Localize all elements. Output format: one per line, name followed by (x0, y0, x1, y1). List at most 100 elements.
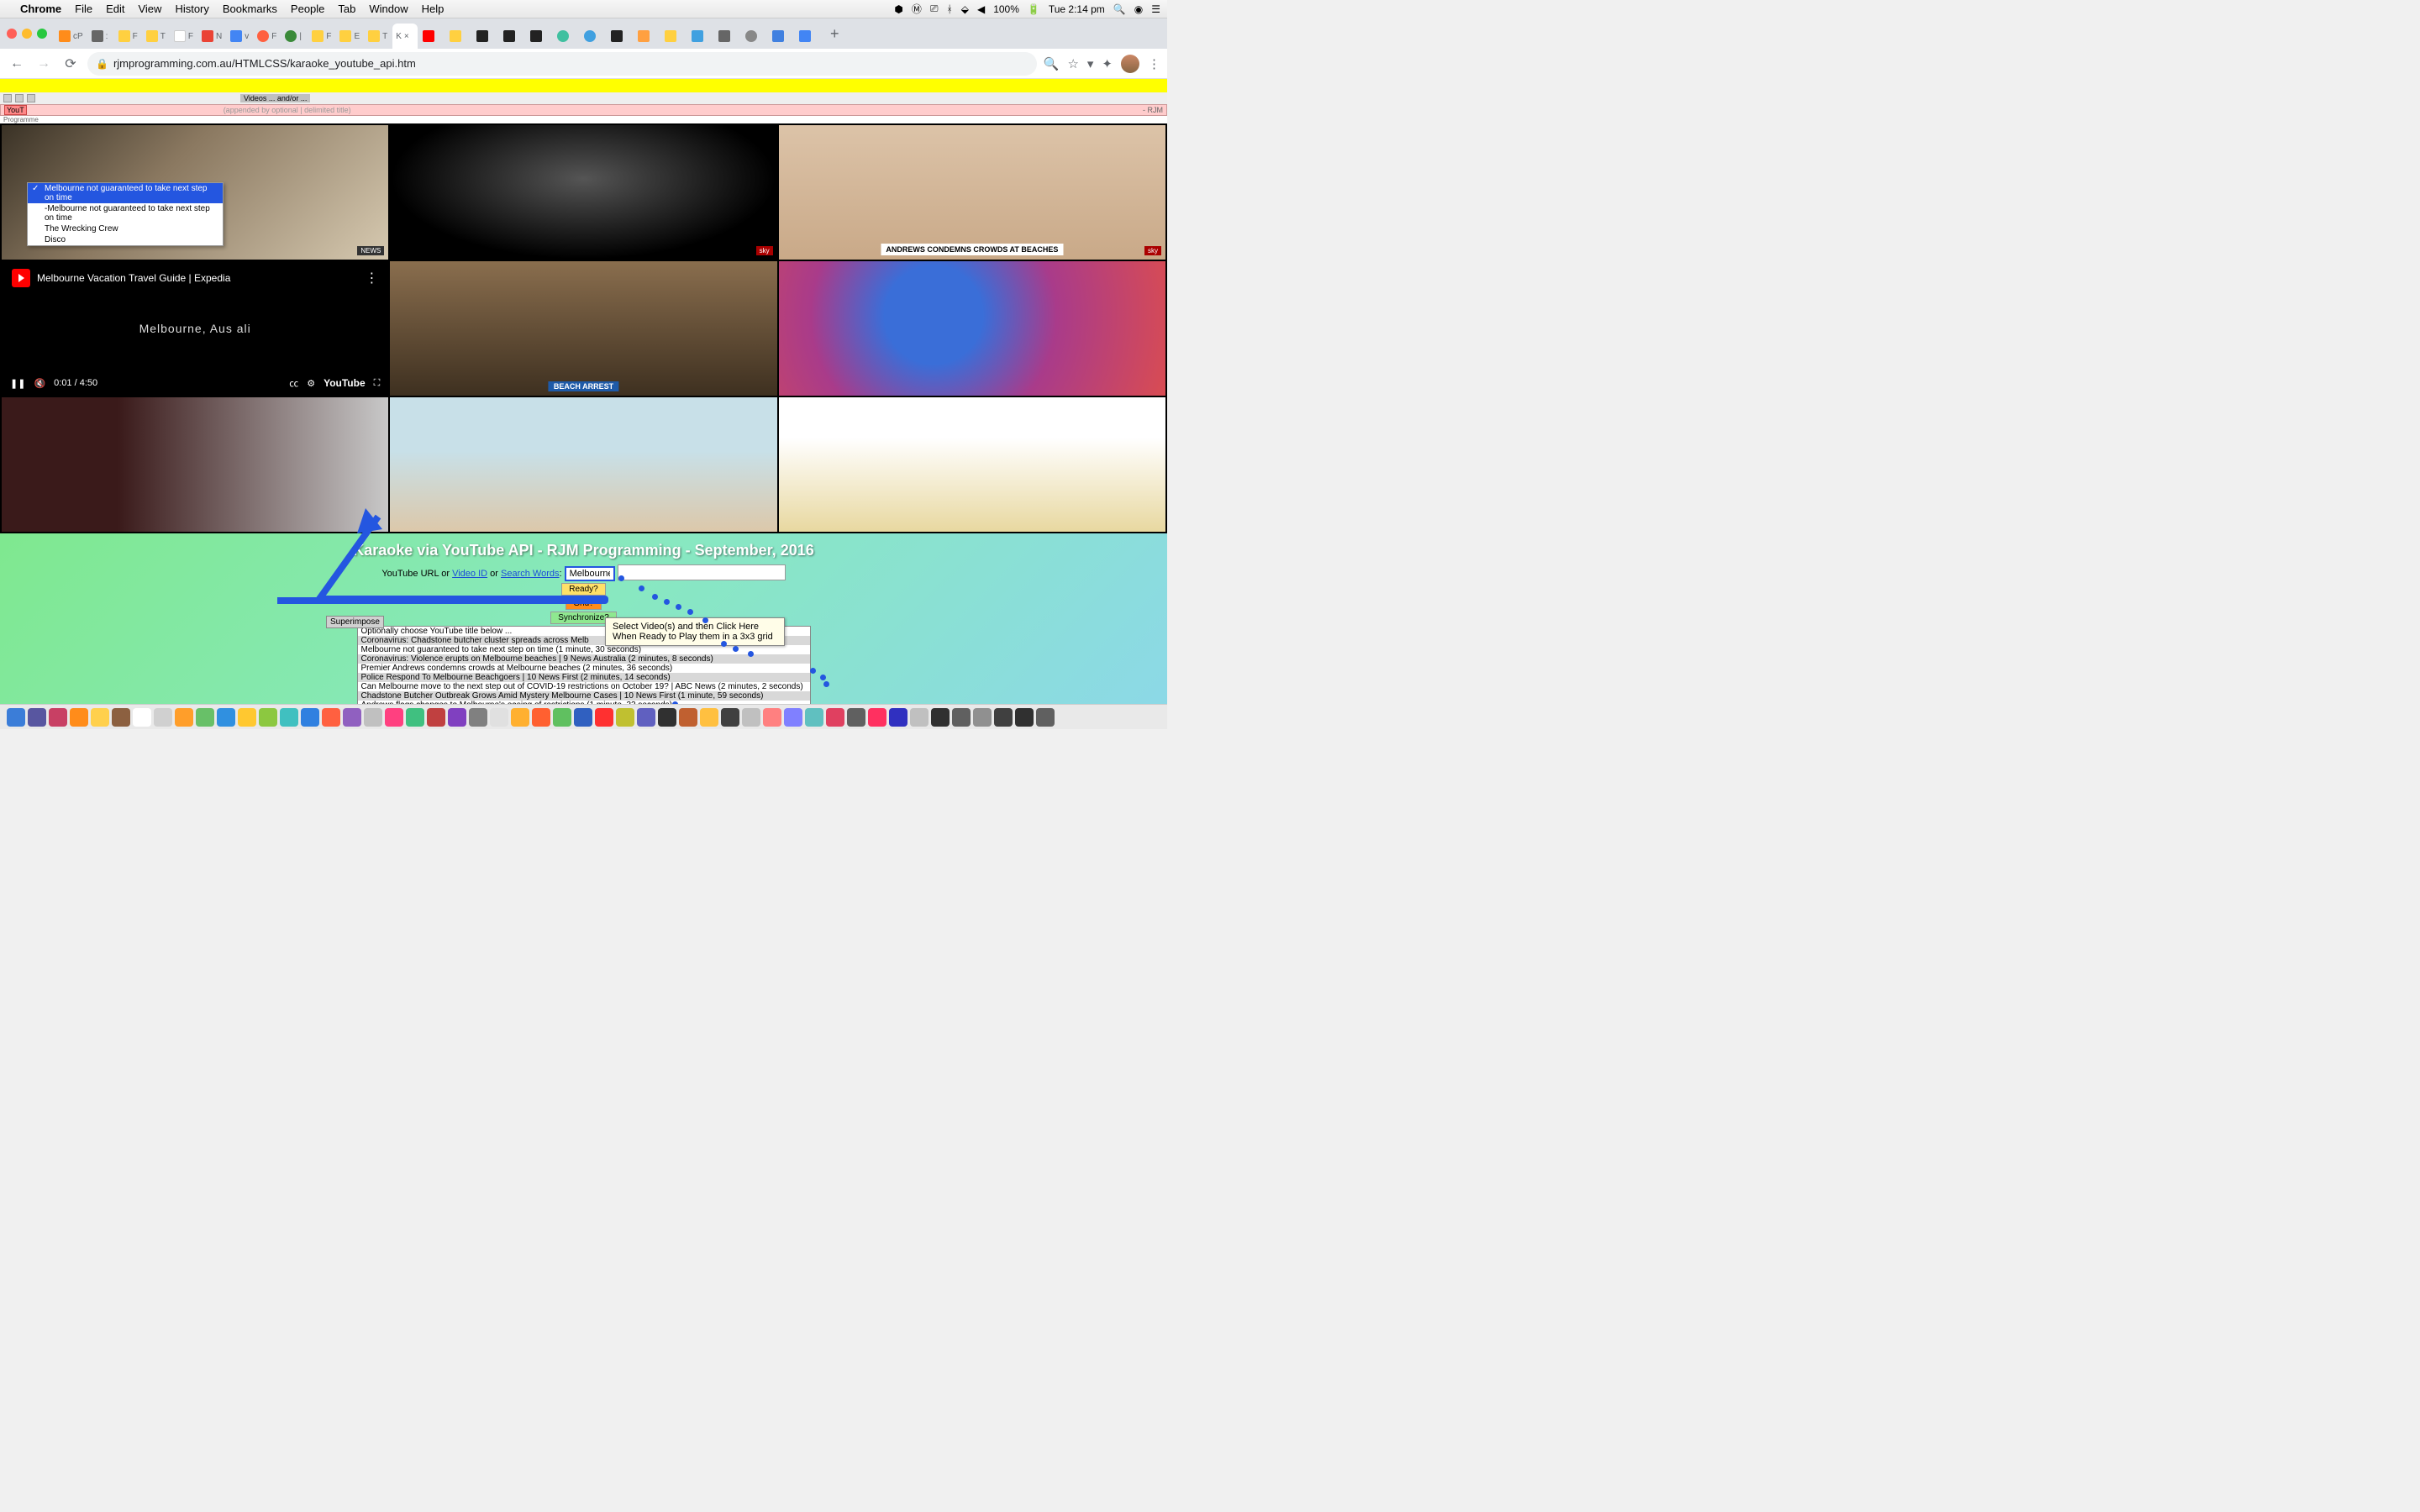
dock-app-icon[interactable] (91, 708, 109, 727)
menu-history[interactable]: History (175, 3, 208, 15)
small-button[interactable] (27, 94, 35, 102)
menu-tab[interactable]: Tab (338, 3, 355, 15)
list-item[interactable]: Can Melbourne move to the next step out … (358, 682, 810, 691)
url-input[interactable]: 🔒 rjmprogramming.com.au/HTMLCSS/karaoke_… (87, 52, 1037, 76)
chrome-menu-icon[interactable]: ⋮ (1148, 56, 1160, 71)
app-name[interactable]: Chrome (20, 3, 61, 15)
dock-app-icon[interactable] (784, 708, 802, 727)
battery-status[interactable]: 100% (993, 3, 1019, 15)
dock-app-icon[interactable] (910, 708, 929, 727)
dock-app-icon[interactable] (721, 708, 739, 727)
dock-app-icon[interactable] (994, 708, 1013, 727)
maximize-window-button[interactable] (37, 29, 47, 39)
browser-tab[interactable]: F (171, 24, 197, 49)
browser-tab[interactable]: | (281, 24, 307, 49)
video-cell[interactable]: sky (390, 125, 776, 260)
small-button[interactable] (3, 94, 12, 102)
dock-app-icon[interactable] (973, 708, 992, 727)
browser-tab[interactable] (500, 24, 525, 49)
video-cell[interactable] (779, 397, 1165, 532)
browser-tab[interactable]: F (254, 24, 280, 49)
volume-icon[interactable]: ◀ (977, 3, 985, 15)
dock-app-icon[interactable] (700, 708, 718, 727)
browser-tab[interactable]: T (143, 24, 169, 49)
dock-app-icon[interactable] (175, 708, 193, 727)
menu-help[interactable]: Help (422, 3, 445, 15)
dock-app-icon[interactable] (805, 708, 823, 727)
dock-app-icon[interactable] (826, 708, 844, 727)
dock-app-icon[interactable] (427, 708, 445, 727)
extra-input[interactable] (618, 564, 786, 580)
browser-tab[interactable] (634, 24, 660, 49)
small-button[interactable] (15, 94, 24, 102)
browser-tab-active[interactable]: K× (392, 24, 418, 49)
searchwords-link[interactable]: Search Words (501, 569, 560, 579)
search-icon[interactable]: 🔍 (1044, 56, 1060, 71)
list-item[interactable]: Police Respond To Melbourne Beachgoers |… (358, 673, 810, 682)
extension-icon[interactable]: ▾ (1087, 56, 1094, 71)
captions-icon[interactable]: ㏄ (289, 376, 298, 390)
dock-app-icon[interactable] (868, 708, 886, 727)
mute-icon[interactable]: 🔇 (34, 378, 45, 389)
dock-app-icon[interactable] (889, 708, 908, 727)
browser-tab[interactable] (473, 24, 498, 49)
dock-app-icon[interactable] (637, 708, 655, 727)
dock-app-icon[interactable] (112, 708, 130, 727)
dock-app-icon[interactable] (553, 708, 571, 727)
dock-app-icon[interactable] (70, 708, 88, 727)
browser-tab[interactable]: E (336, 24, 363, 49)
title-dropdown[interactable]: Melbourne not guaranteed to take next st… (27, 182, 224, 246)
search-input[interactable] (565, 566, 615, 581)
dock-app-icon[interactable] (595, 708, 613, 727)
browser-tab[interactable]: v (227, 24, 252, 49)
menu-edit[interactable]: Edit (106, 3, 124, 15)
close-tab-icon[interactable]: × (404, 32, 409, 41)
dock-app-icon[interactable] (490, 708, 508, 727)
menu-people[interactable]: People (291, 3, 324, 15)
profile-avatar[interactable] (1121, 55, 1139, 73)
dock-app-icon[interactable] (301, 708, 319, 727)
browser-tab[interactable]: : (88, 24, 113, 49)
video-cell[interactable]: ANDREWS CONDEMNS CROWDS AT BEACHESsky (779, 125, 1165, 260)
settings-gear-icon[interactable]: ⚙ (307, 378, 315, 389)
clock[interactable]: Tue 2:14 pm (1049, 3, 1105, 15)
browser-tab[interactable] (796, 24, 821, 49)
video-cell[interactable]: BEACH ARREST (390, 261, 776, 396)
browser-tab[interactable] (554, 24, 579, 49)
dock-app-icon[interactable] (196, 708, 214, 727)
browser-tab[interactable] (715, 24, 740, 49)
videoid-link[interactable]: Video ID (452, 569, 487, 579)
dock-app-icon[interactable] (532, 708, 550, 727)
forward-button[interactable]: → (34, 54, 54, 74)
grid-button[interactable]: Grid? (566, 597, 601, 610)
dropdown-option[interactable]: Melbourne not guaranteed to take next st… (28, 183, 223, 203)
fullscreen-icon[interactable]: ⛶ (374, 378, 381, 389)
bluetooth-icon[interactable]: ᚼ (947, 3, 953, 15)
minimize-window-button[interactable] (22, 29, 32, 39)
dock-app-icon[interactable] (7, 708, 25, 727)
dock-app-icon[interactable] (385, 708, 403, 727)
browser-tab[interactable] (661, 24, 687, 49)
dock-app-icon[interactable] (238, 708, 256, 727)
dock-app-icon[interactable] (679, 708, 697, 727)
dock-app-icon[interactable] (658, 708, 676, 727)
close-window-button[interactable] (7, 29, 17, 39)
browser-tab[interactable] (527, 24, 552, 49)
dock-app-icon[interactable] (616, 708, 634, 727)
dock-app-icon[interactable] (28, 708, 46, 727)
spotlight-icon[interactable]: 🔍 (1113, 3, 1126, 15)
dock-app-icon[interactable] (322, 708, 340, 727)
dock-app-icon[interactable] (763, 708, 781, 727)
dock-app-icon[interactable] (1015, 708, 1034, 727)
dock-app-icon[interactable] (133, 708, 151, 727)
dock-app-icon[interactable] (448, 708, 466, 727)
dock-app-icon[interactable] (574, 708, 592, 727)
video-cell[interactable] (2, 397, 388, 532)
back-button[interactable]: ← (7, 54, 27, 74)
dock-app-icon[interactable] (280, 708, 298, 727)
browser-tab[interactable] (419, 24, 445, 49)
youtube-chip[interactable]: YouT (4, 105, 27, 115)
bookmark-star-icon[interactable]: ☆ (1067, 56, 1078, 71)
list-item[interactable]: Melbourne not guaranteed to take next st… (358, 645, 810, 654)
dropdown-option[interactable]: -Melbourne not guaranteed to take next s… (28, 203, 223, 223)
